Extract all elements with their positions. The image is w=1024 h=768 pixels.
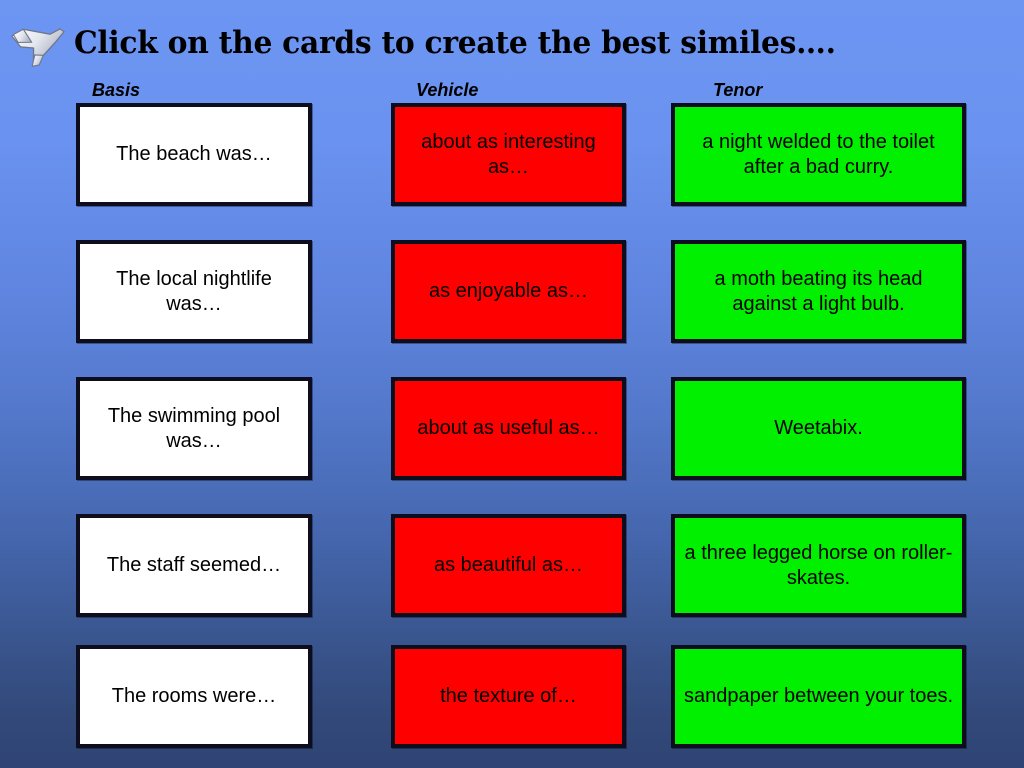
card-tenor-5[interactable]: sandpaper between your toes. [671,645,966,748]
card-basis-1[interactable]: The beach was… [76,103,312,206]
card-tenor-3[interactable]: Weetabix. [671,377,966,480]
card-basis-4[interactable]: The staff seemed… [76,514,312,617]
card-label: a night welded to the toilet after a bad… [702,130,935,178]
card-vehicle-1[interactable]: about as interesting as… [391,103,626,206]
card-label: The staff seemed… [106,554,282,576]
card-label: The beach was… [116,143,272,165]
card-label: sandpaper between your toes. [683,685,954,707]
card-label: Weetabix. [774,417,863,439]
card-grid: The beach was… The local nightlife was… … [0,0,1024,768]
card-basis-5[interactable]: The rooms were… [76,645,312,748]
card-label: The rooms were… [111,685,277,707]
card-label: a three legged horse on roller-skates. [684,541,953,589]
card-label: The local nightlife was… [116,267,272,315]
card-vehicle-3[interactable]: about as useful as… [391,377,626,480]
card-label: about as interesting as… [421,130,596,178]
card-label: as enjoyable as… [429,280,588,302]
card-tenor-4[interactable]: a three legged horse on roller-skates. [671,514,966,617]
card-vehicle-4[interactable]: as beautiful as… [391,514,626,617]
card-label: the texture of… [440,685,577,707]
card-label: The swimming pool was… [107,404,281,452]
card-tenor-1[interactable]: a night welded to the toilet after a bad… [671,103,966,206]
card-tenor-2[interactable]: a moth beating its head against a light … [671,240,966,343]
card-label: a moth beating its head against a light … [714,267,923,315]
card-basis-3[interactable]: The swimming pool was… [76,377,312,480]
card-label: as beautiful as… [434,554,583,576]
card-vehicle-5[interactable]: the texture of… [391,645,626,748]
card-basis-2[interactable]: The local nightlife was… [76,240,312,343]
card-label: about as useful as… [417,417,600,439]
card-vehicle-2[interactable]: as enjoyable as… [391,240,626,343]
